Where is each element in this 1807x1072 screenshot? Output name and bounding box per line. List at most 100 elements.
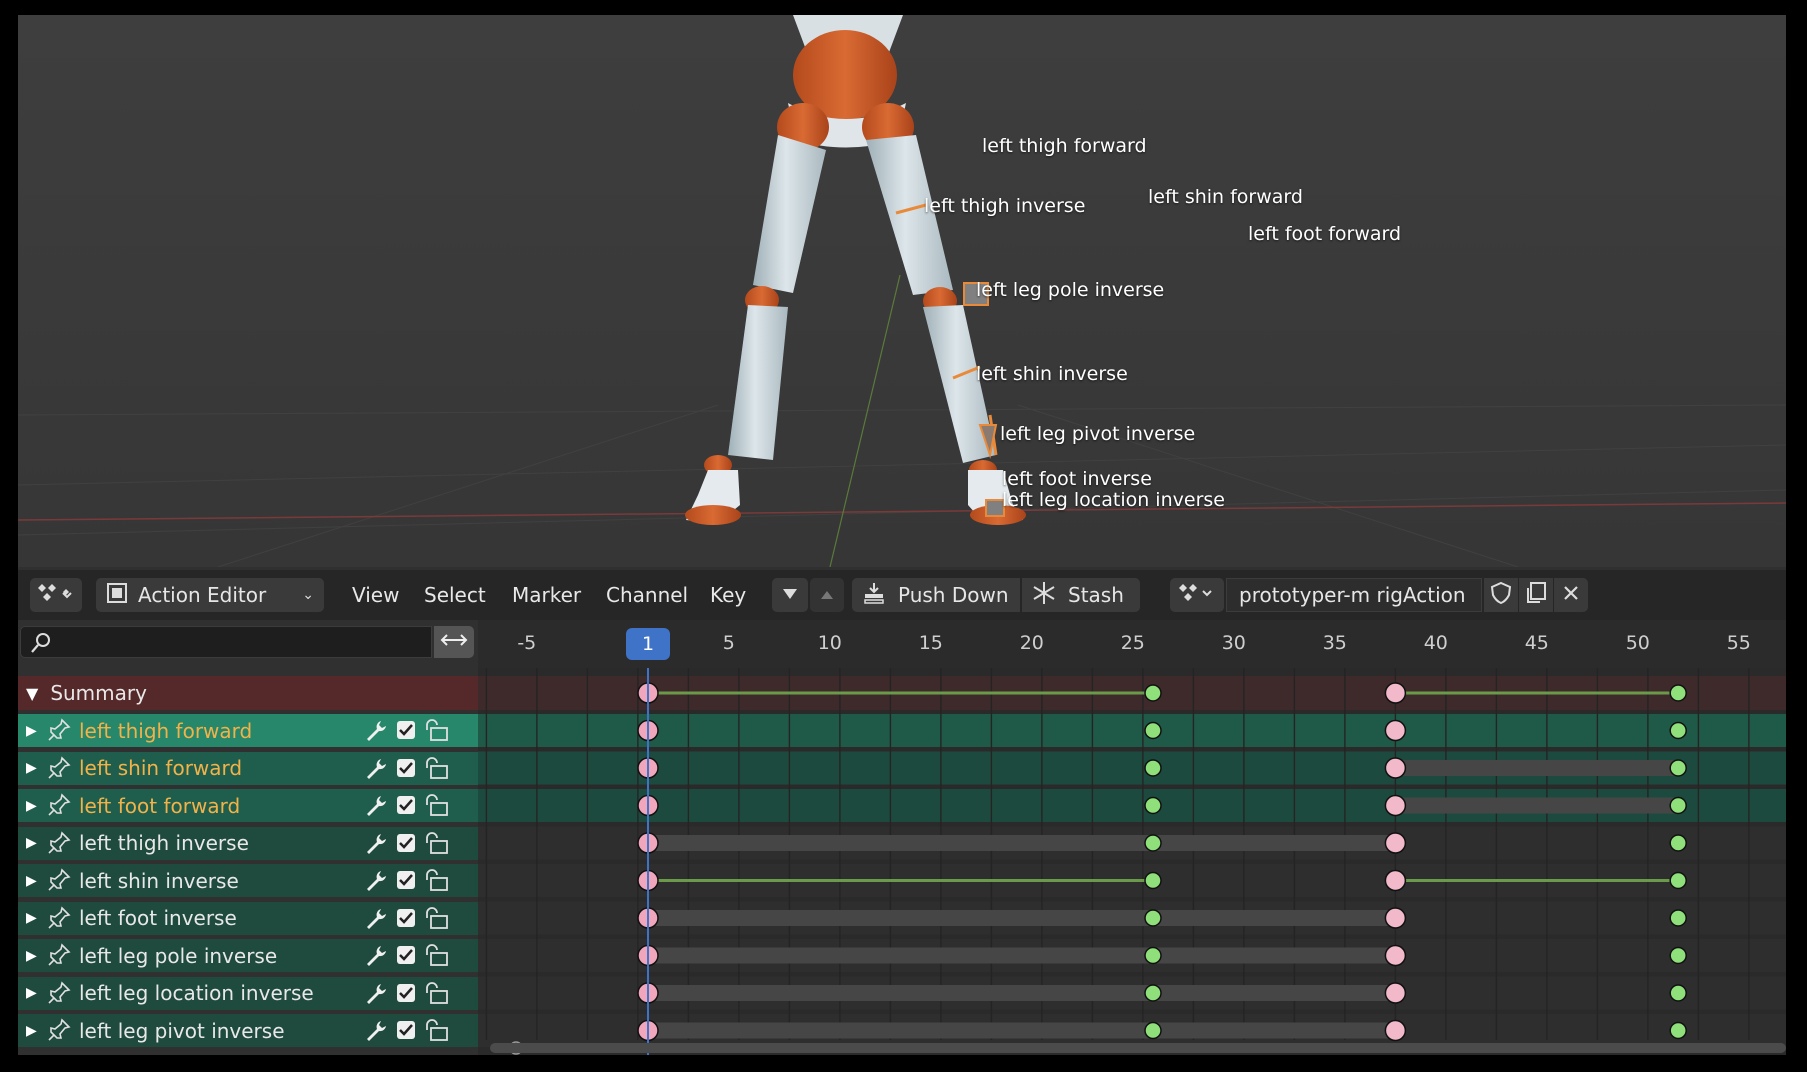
channel-row[interactable]: ▶ left leg location inverse (18, 976, 478, 1010)
pin-icon[interactable] (46, 980, 72, 1010)
expand-triangle-icon[interactable]: ▶ (26, 798, 37, 814)
fake-user-button[interactable] (1484, 578, 1518, 612)
stash-button[interactable]: Stash (1022, 578, 1140, 612)
horizontal-scrollbar[interactable] (490, 1043, 1786, 1053)
checkbox-icon[interactable] (396, 870, 416, 894)
hold-bar (648, 910, 1153, 926)
keyframe-point (1384, 682, 1407, 704)
lock-icon[interactable] (422, 756, 450, 784)
lock-icon[interactable] (422, 943, 450, 971)
pin-icon[interactable] (46, 867, 72, 897)
channel-search-box[interactable] (20, 626, 432, 658)
pin-icon[interactable] (46, 755, 72, 785)
menu-key[interactable]: Key (710, 578, 746, 612)
wrench-icon[interactable] (364, 907, 388, 935)
collapse-triangle-icon[interactable]: ▼ (26, 684, 38, 703)
ruler-tick-label: 50 (1625, 632, 1650, 654)
lock-icon[interactable] (422, 831, 450, 859)
current-frame-indicator[interactable]: 1 (626, 628, 670, 660)
bone-label-left-shin-forward[interactable]: left shin forward (1148, 186, 1303, 208)
search-icon (29, 631, 53, 659)
expand-triangle-icon[interactable]: ▶ (26, 910, 37, 926)
push-down-icon (862, 581, 886, 609)
bone-label-left-shin-inverse[interactable]: left shin inverse (976, 363, 1128, 385)
wrench-icon[interactable] (364, 944, 388, 972)
bone-label-left-thigh-forward[interactable]: left thigh forward (982, 135, 1147, 157)
checkbox-icon[interactable] (396, 945, 416, 969)
expand-triangle-icon[interactable]: ▶ (26, 948, 37, 964)
channel-name: left leg location inverse (79, 981, 314, 1005)
checkbox-icon[interactable] (396, 833, 416, 857)
frame-ruler[interactable]: -5 5 10 15 20 25 30 35 40 45 50 55 (478, 620, 1786, 668)
channel-row[interactable]: ▶ left foot forward (18, 789, 478, 822)
expand-triangle-icon[interactable]: ▶ (26, 835, 37, 851)
wrench-icon[interactable] (364, 982, 388, 1010)
dopesheet-header: Action Editor ⌄ View Select Marker Chann… (18, 570, 1786, 620)
pin-icon[interactable] (46, 792, 72, 822)
keyframe-point (1669, 984, 1687, 1002)
channel-row[interactable]: ▶ left shin inverse (18, 864, 478, 897)
wrench-icon[interactable] (364, 794, 388, 822)
bone-label-left-leg-location-inverse[interactable]: left leg location inverse (1002, 489, 1225, 511)
keyframe-area[interactable] (478, 620, 1786, 1055)
checkbox-icon[interactable] (396, 795, 416, 819)
wrench-icon[interactable] (364, 757, 388, 785)
wrench-icon[interactable] (364, 719, 388, 747)
bone-label-left-thigh-inverse[interactable]: left thigh inverse (924, 195, 1085, 217)
menu-marker[interactable]: Marker (512, 578, 581, 612)
lock-icon[interactable] (422, 868, 450, 896)
bone-label-left-foot-inverse[interactable]: left foot inverse (1002, 468, 1152, 490)
channel-row[interactable]: ▶ left thigh inverse (18, 826, 478, 860)
wrench-icon[interactable] (364, 832, 388, 860)
wrench-icon[interactable] (364, 1019, 388, 1047)
checkbox-icon[interactable] (396, 1020, 416, 1044)
bone-label-left-leg-pivot-inverse[interactable]: left leg pivot inverse (1000, 423, 1195, 445)
lock-icon[interactable] (422, 1018, 450, 1046)
menu-channel[interactable]: Channel (606, 578, 688, 612)
pin-icon[interactable] (46, 942, 72, 972)
ruler-tick-label: 20 (1019, 632, 1044, 654)
editor-type-button[interactable] (30, 578, 82, 612)
channel-row[interactable]: ▶ left foot inverse (18, 901, 478, 935)
pin-icon[interactable] (46, 830, 72, 860)
expand-triangle-icon[interactable]: ▶ (26, 985, 37, 1001)
lock-icon[interactable] (422, 981, 450, 1009)
channel-row[interactable]: ▶ left shin forward (18, 751, 478, 785)
lock-icon[interactable] (422, 906, 450, 934)
expand-triangle-icon[interactable]: ▶ (26, 873, 37, 889)
action-name-field[interactable]: prototyper-m rigAction (1226, 578, 1482, 612)
unlink-action-button[interactable] (1554, 578, 1588, 612)
pin-icon[interactable] (46, 1017, 72, 1047)
bone-label-left-leg-pole-inverse[interactable]: left leg pole inverse (976, 279, 1164, 301)
ruler-tick-label: 5 (722, 632, 735, 654)
pin-icon[interactable] (46, 717, 72, 747)
expand-triangle-icon[interactable]: ▶ (26, 1023, 37, 1039)
dopesheet-timeline[interactable]: -5 5 10 15 20 25 30 35 40 45 50 55 1 (478, 620, 1786, 1055)
summary-channel[interactable]: ▼ Summary (18, 676, 478, 710)
action-browse-button[interactable] (1170, 578, 1224, 612)
expand-triangle-icon[interactable]: ▶ (26, 723, 37, 739)
menu-select[interactable]: Select (424, 578, 486, 612)
channel-row[interactable]: ▶ left leg pivot inverse (18, 1014, 478, 1047)
checkbox-icon[interactable] (396, 908, 416, 932)
bone-label-left-foot-forward[interactable]: left foot forward (1248, 223, 1401, 245)
wrench-icon[interactable] (364, 869, 388, 897)
lock-icon[interactable] (422, 718, 450, 746)
pin-icon[interactable] (46, 905, 72, 935)
jump-keyframe-down-button[interactable] (772, 578, 808, 612)
lock-icon[interactable] (422, 793, 450, 821)
channel-search-input[interactable] (55, 627, 425, 657)
expand-triangle-icon[interactable]: ▶ (26, 760, 37, 776)
checkbox-icon[interactable] (396, 720, 416, 744)
new-action-button[interactable] (1519, 578, 1553, 612)
checkbox-icon[interactable] (396, 983, 416, 1007)
channel-row[interactable]: ▶ left thigh forward (18, 714, 478, 747)
editor-mode-select[interactable]: Action Editor ⌄ (96, 578, 324, 612)
checkbox-icon[interactable] (396, 758, 416, 782)
channel-row[interactable]: ▶ left leg pole inverse (18, 939, 478, 972)
jump-keyframe-up-button[interactable] (810, 578, 844, 612)
swap-filter-button[interactable] (434, 626, 474, 658)
menu-view[interactable]: View (352, 578, 399, 612)
3d-viewport[interactable]: left thigh forward left shin forward lef… (18, 15, 1786, 567)
push-down-button[interactable]: Push Down (852, 578, 1020, 612)
